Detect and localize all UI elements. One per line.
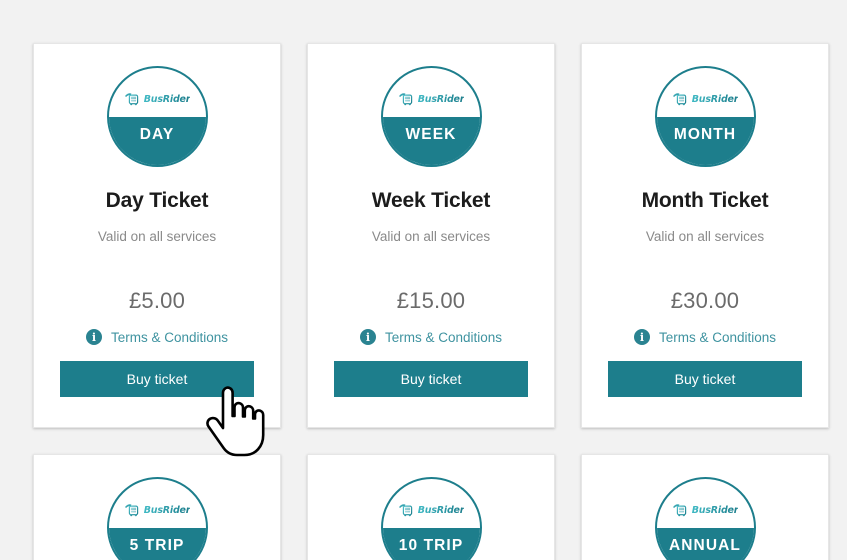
badge-label: WEEK	[405, 126, 457, 143]
ticket-card-annual[interactable]: BusRider ANNUAL	[581, 454, 829, 560]
ticket-price: £30.00	[670, 288, 740, 313]
terms-label: Terms & Conditions	[658, 329, 777, 345]
terms-and-conditions-link[interactable]: i Terms & Conditions	[359, 329, 503, 345]
brand-name: BusRider	[417, 505, 465, 516]
badge-label: 5 TRIP	[129, 537, 185, 554]
buy-ticket-button[interactable]: Buy ticket	[334, 361, 528, 397]
ticket-badge: BusRider 10 TRIP	[380, 477, 482, 560]
ticket-grid: BusRider DAY Day Ticket Valid on all ser…	[33, 43, 829, 560]
ticket-card-month[interactable]: BusRider MONTH Month Ticket Valid on all…	[581, 43, 829, 428]
info-icon: i	[85, 329, 102, 345]
badge-label: ANNUAL	[668, 537, 742, 554]
ticket-badge: BusRider 5 TRIP	[106, 477, 208, 560]
ticket-badge: BusRider ANNUAL	[654, 477, 756, 560]
ticket-badge: BusRider WEEK	[380, 66, 482, 167]
bus-logo-icon	[124, 504, 138, 517]
bus-logo-icon	[398, 504, 412, 517]
ticket-badge: BusRider DAY	[106, 66, 208, 167]
terms-label: Terms & Conditions	[110, 329, 229, 345]
ticket-title: Week Ticket	[371, 189, 491, 212]
info-icon: i	[633, 329, 650, 345]
badge-label: MONTH	[673, 126, 737, 143]
ticket-price: £5.00	[128, 288, 186, 313]
brand-name: BusRider	[417, 94, 465, 105]
ticket-card-day[interactable]: BusRider DAY Day Ticket Valid on all ser…	[33, 43, 281, 428]
brand-logo: BusRider	[109, 92, 206, 107]
brand-logo: BusRider	[383, 503, 480, 518]
ticket-badge: BusRider MONTH	[654, 66, 756, 167]
ticket-card-10-trip[interactable]: BusRider 10 TRIP	[307, 454, 555, 560]
bus-logo-icon	[124, 93, 138, 106]
brand-name: BusRider	[691, 505, 739, 516]
info-icon: i	[359, 329, 376, 345]
brand-name: BusRider	[143, 94, 191, 105]
ticket-price: £15.00	[396, 288, 466, 313]
badge-label: 10 TRIP	[398, 537, 464, 554]
bus-logo-icon	[672, 93, 686, 106]
terms-label: Terms & Conditions	[384, 329, 503, 345]
brand-logo: BusRider	[657, 503, 754, 518]
ticket-card-week[interactable]: BusRider WEEK Week Ticket Valid on all s…	[307, 43, 555, 428]
buy-ticket-button[interactable]: Buy ticket	[608, 361, 802, 397]
brand-name: BusRider	[143, 505, 191, 516]
brand-name: BusRider	[691, 94, 739, 105]
ticket-subtitle: Valid on all services	[97, 229, 217, 244]
brand-logo: BusRider	[383, 92, 480, 107]
ticket-subtitle: Valid on all services	[371, 229, 491, 244]
buy-ticket-button[interactable]: Buy ticket	[60, 361, 254, 397]
ticket-title: Day Ticket	[105, 189, 209, 212]
ticket-title: Month Ticket	[641, 189, 769, 212]
brand-logo: BusRider	[657, 92, 754, 107]
badge-label: DAY	[139, 126, 175, 143]
terms-and-conditions-link[interactable]: i Terms & Conditions	[85, 329, 229, 345]
ticket-subtitle: Valid on all services	[645, 229, 765, 244]
bus-logo-icon	[672, 504, 686, 517]
bus-logo-icon	[398, 93, 412, 106]
ticket-card-5-trip[interactable]: BusRider 5 TRIP	[33, 454, 281, 560]
brand-logo: BusRider	[109, 503, 206, 518]
terms-and-conditions-link[interactable]: i Terms & Conditions	[633, 329, 777, 345]
